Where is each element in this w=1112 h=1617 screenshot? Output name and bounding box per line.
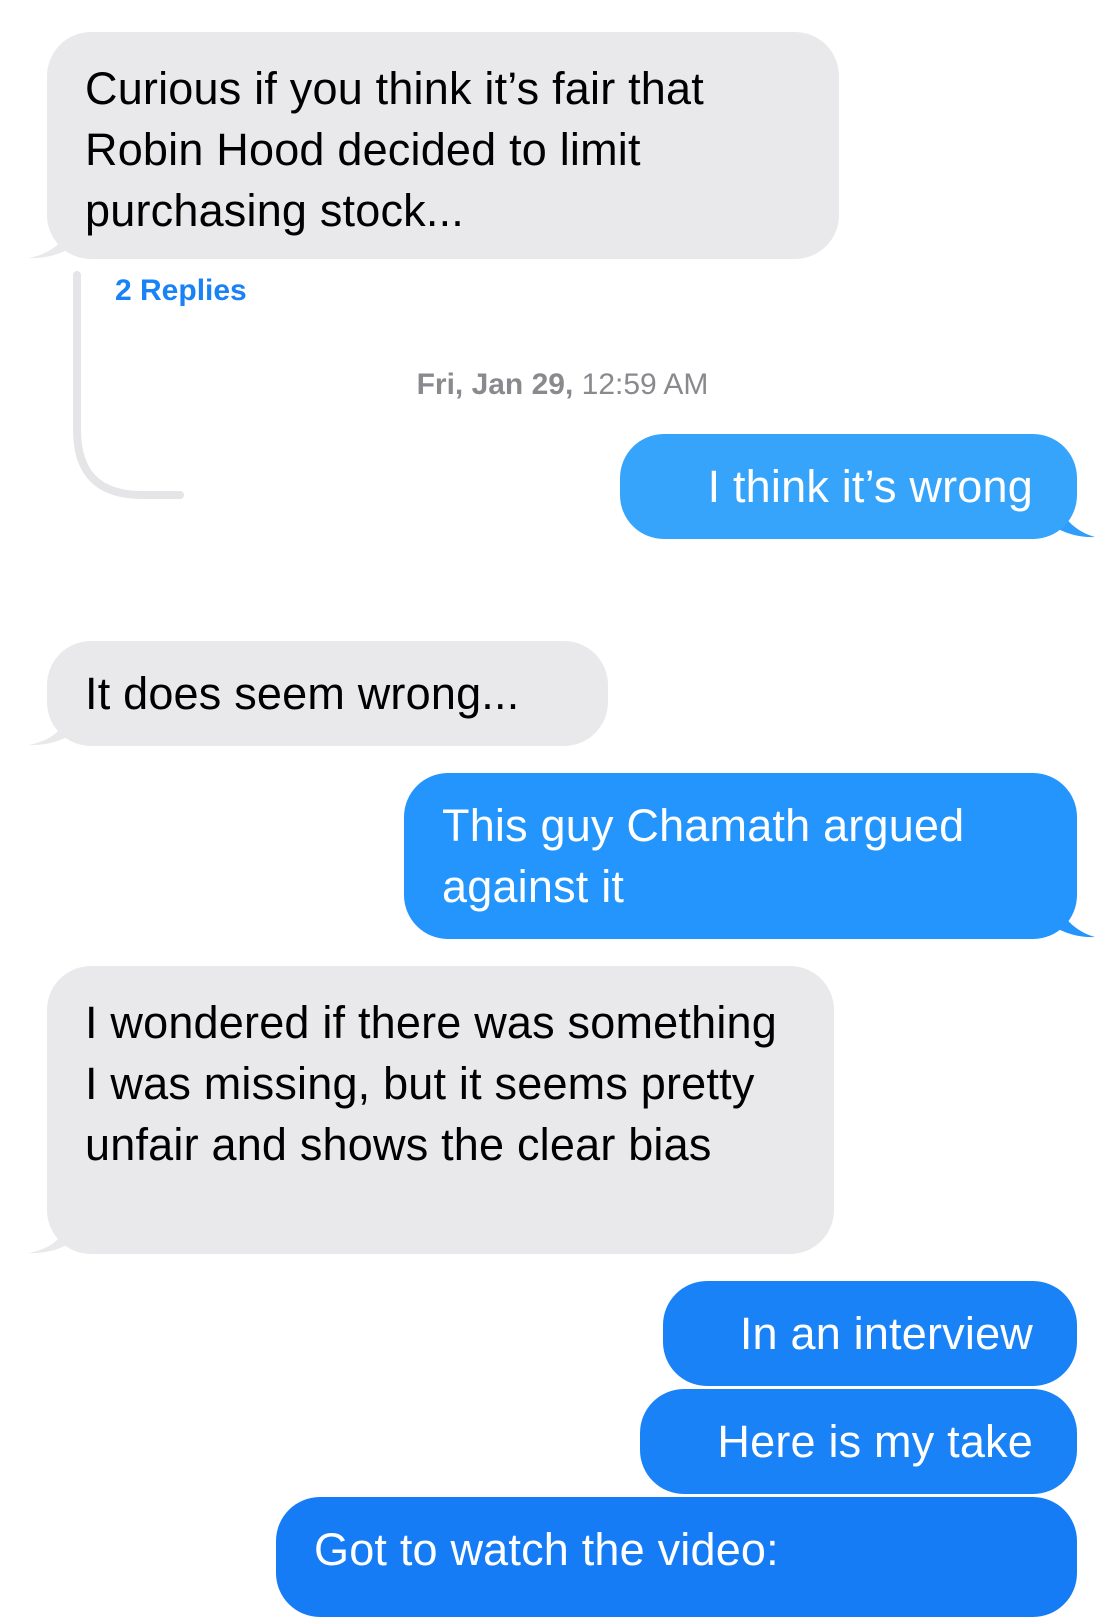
message-bubble-outgoing[interactable]: Here is my take bbox=[640, 1389, 1077, 1494]
conversation-timestamp: Fri, Jan 29, 12:59 AM bbox=[0, 368, 1112, 402]
message-bubble-incoming[interactable]: Curious if you think it’s fair that Robi… bbox=[47, 32, 839, 259]
timestamp-day: Fri, Jan 29, bbox=[416, 368, 574, 401]
message-bubble-outgoing[interactable]: Got to watch the video: bbox=[276, 1497, 1077, 1617]
message-text: It does seem wrong... bbox=[85, 668, 520, 719]
message-text: Got to watch the video: bbox=[314, 1524, 779, 1575]
message-bubble-outgoing[interactable]: This guy Chamath argued against it bbox=[404, 773, 1077, 939]
message-bubble-incoming[interactable]: I wondered if there was something I was … bbox=[47, 966, 834, 1254]
thread-replies-link[interactable]: 2 Replies bbox=[115, 274, 247, 308]
message-text: This guy Chamath argued against it bbox=[442, 800, 965, 912]
message-text: I wondered if there was something I was … bbox=[85, 997, 777, 1170]
message-text: I think it’s wrong bbox=[707, 461, 1033, 512]
message-bubble-incoming[interactable]: It does seem wrong... bbox=[47, 641, 608, 746]
message-text: Curious if you think it’s fair that Robi… bbox=[85, 63, 704, 236]
message-text: Here is my take bbox=[717, 1416, 1033, 1467]
message-bubble-outgoing[interactable]: I think it’s wrong bbox=[620, 434, 1077, 539]
timestamp-time: 12:59 AM bbox=[581, 368, 709, 401]
message-text: In an interview bbox=[739, 1308, 1033, 1359]
message-bubble-outgoing[interactable]: In an interview bbox=[663, 1281, 1077, 1386]
